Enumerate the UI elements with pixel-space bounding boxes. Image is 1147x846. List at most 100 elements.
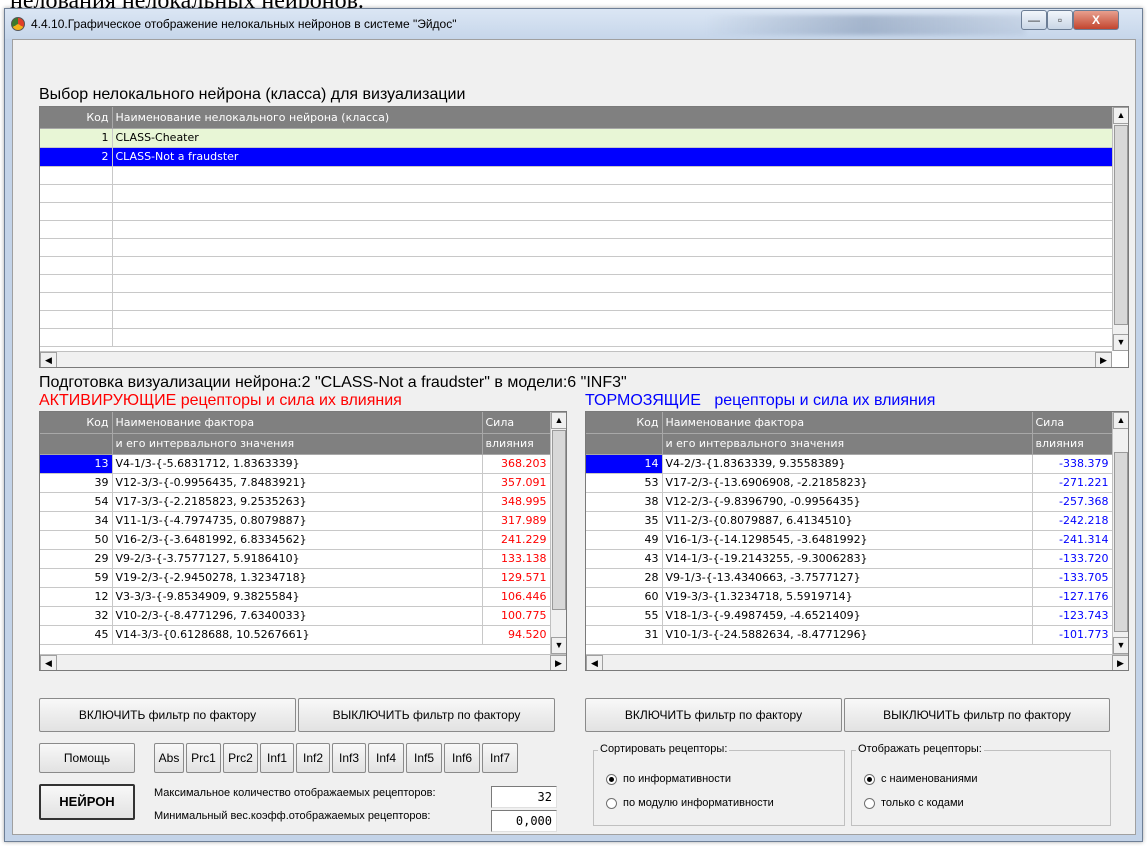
activating-filter-on-button[interactable]: ВКЛЮЧИТЬ фильтр по фактору [39, 698, 296, 732]
scroll-up-icon[interactable]: ▲ [1113, 412, 1128, 429]
neuron-button[interactable]: НЕЙРОН [39, 784, 135, 820]
table-row[interactable]: 53 V17-2/3-{-13.6906908, -2.2185823} -271.… [586, 473, 1113, 493]
title-bar[interactable]: 4.4.10.Графическое отображение нелокальн… [5, 9, 1142, 39]
model-button-inf6[interactable]: Inf6 [444, 743, 480, 773]
factor-name: V3-3/3-{-9.8534909, 9.3825584} [112, 587, 483, 607]
table-row[interactable]: 28 V9-1/3-{-13.4340663, -3.7577127} -133.7… [586, 568, 1113, 588]
inhibiting-filter-on-button[interactable]: ВКЛЮЧИТЬ фильтр по фактору [585, 698, 842, 732]
table-row[interactable]: 34 V11-1/3-{-4.7974735, 0.8079887} 317.989 [40, 511, 551, 531]
scroll-down-icon[interactable]: ▼ [1113, 637, 1128, 654]
activating-vscroll[interactable]: ▲ ▼ [550, 412, 566, 654]
model-button-inf5[interactable]: Inf5 [406, 743, 442, 773]
factor-code: 59 [40, 568, 113, 588]
table-row[interactable] [40, 166, 1113, 185]
table-row[interactable] [40, 202, 1113, 221]
table-row[interactable] [40, 328, 1113, 347]
table-row[interactable]: 38 V12-2/3-{-9.8396790, -0.9956435} -257.3… [586, 492, 1113, 512]
inhibiting-hscroll[interactable]: ◀ ▶ [586, 654, 1128, 670]
table-row[interactable]: 60 V19-3/3-{1.3234718, 5.5919714} -127.176 [586, 587, 1113, 607]
table-row[interactable]: 1 CLASS-Cheater [40, 128, 1113, 148]
col-value-header: Сила [1032, 412, 1113, 434]
factor-name: V12-3/3-{-0.9956435, 7.8483921} [112, 473, 483, 493]
table-row[interactable]: 55 V18-1/3-{-9.4987459, -4.6521409} -123.7… [586, 606, 1113, 626]
scroll-down-icon[interactable]: ▼ [551, 637, 566, 654]
scroll-up-icon[interactable]: ▲ [1113, 107, 1128, 124]
minimize-button[interactable]: — [1021, 10, 1047, 30]
factor-name: V11-1/3-{-4.7974735, 0.8079887} [112, 511, 483, 531]
model-button-inf3[interactable]: Inf3 [332, 743, 366, 773]
max-receptors-label: Максимальное количество отображаемых рец… [154, 787, 436, 799]
model-button-inf4[interactable]: Inf4 [368, 743, 404, 773]
scroll-right-icon[interactable]: ▶ [550, 655, 566, 670]
sort-by-abs-informativeness-radio[interactable]: по модулю информативности [606, 797, 774, 809]
factor-name: V16-1/3-{-14.1298545, -3.6481992} [662, 530, 1033, 550]
scroll-right-icon[interactable]: ▶ [1112, 655, 1128, 670]
model-button-inf7[interactable]: Inf7 [482, 743, 518, 773]
maximize-button[interactable]: ▫ [1047, 10, 1073, 30]
display-codes-only-radio[interactable]: только с кодами [864, 797, 964, 809]
model-button-prc1[interactable]: Prc1 [186, 743, 221, 773]
help-button[interactable]: Помощь [39, 743, 135, 773]
class-name [112, 292, 1113, 311]
max-receptors-field[interactable]: 32 [491, 786, 557, 808]
scroll-thumb[interactable] [552, 430, 566, 610]
table-row[interactable]: 59 V19-2/3-{-2.9450278, 1.3234718} 129.571 [40, 568, 551, 588]
model-button-prc2[interactable]: Prc2 [223, 743, 258, 773]
table-row[interactable] [40, 274, 1113, 293]
class-grid-vscroll[interactable]: ▲ ▼ [1112, 107, 1128, 351]
table-row[interactable] [40, 292, 1113, 311]
inhibiting-filter-off-button[interactable]: ВЫКЛЮЧИТЬ фильтр по фактору [844, 698, 1110, 732]
class-grid-hscroll[interactable]: ◀ ▶ [40, 351, 1112, 367]
class-code [40, 292, 113, 311]
scroll-down-icon[interactable]: ▼ [1113, 334, 1128, 351]
factor-name: V9-1/3-{-13.4340663, -3.7577127} [662, 568, 1033, 588]
model-button-inf1[interactable]: Inf1 [260, 743, 294, 773]
table-row[interactable]: 43 V14-1/3-{-19.2143255, -9.3006283} -133.… [586, 549, 1113, 569]
table-row-selected[interactable]: 2 CLASS-Not a fraudster [40, 147, 1113, 167]
close-button[interactable]: X [1073, 10, 1119, 30]
factor-value: 357.091 [482, 473, 551, 493]
factor-value: -133.720 [1032, 549, 1113, 569]
table-row[interactable] [40, 310, 1113, 329]
model-button-abs[interactable]: Abs [154, 743, 184, 773]
min-weight-field[interactable]: 0,000 [491, 810, 557, 832]
table-row[interactable] [40, 238, 1113, 257]
model-button-inf2[interactable]: Inf2 [296, 743, 330, 773]
radio-label: по модулю информативности [623, 797, 774, 809]
factor-code: 45 [40, 625, 113, 645]
scroll-left-icon[interactable]: ◀ [40, 655, 57, 670]
sort-by-informativeness-radio[interactable]: по информативности [606, 773, 731, 785]
table-row[interactable]: 45 V14-3/3-{0.6128688, 10.5267661} 94.520 [40, 625, 551, 645]
scroll-up-icon[interactable]: ▲ [551, 412, 566, 429]
table-row[interactable]: 14 V4-2/3-{1.8363339, 9.3558389} -338.379 [586, 454, 1113, 474]
display-with-names-radio[interactable]: с наименованиями [864, 773, 978, 785]
table-row[interactable]: 31 V10-1/3-{-24.5882634, -8.4771296} -101.… [586, 625, 1113, 645]
scroll-left-icon[interactable]: ◀ [40, 352, 57, 367]
table-row[interactable]: 39 V12-3/3-{-0.9956435, 7.8483921} 357.091 [40, 473, 551, 493]
table-row[interactable]: 35 V11-2/3-{0.8079887, 6.4134510} -242.218 [586, 511, 1113, 531]
table-row[interactable]: 12 V3-3/3-{-9.8534909, 9.3825584} 106.446 [40, 587, 551, 607]
scroll-thumb[interactable] [1114, 452, 1128, 632]
activating-hscroll[interactable]: ◀ ▶ [40, 654, 566, 670]
table-row[interactable]: 13 V4-1/3-{-5.6831712, 1.8363339} 368.203 [40, 454, 551, 474]
table-row[interactable] [40, 256, 1113, 275]
col-name-header-2: и его интервального значения [112, 433, 483, 455]
scroll-thumb[interactable] [1114, 125, 1128, 325]
scroll-right-icon[interactable]: ▶ [1095, 352, 1112, 367]
factor-name: V10-2/3-{-8.4771296, 7.6340033} [112, 606, 483, 626]
table-row[interactable]: 49 V16-1/3-{-14.1298545, -3.6481992} -241.… [586, 530, 1113, 550]
class-name: CLASS-Cheater [112, 128, 1113, 148]
table-row[interactable]: 50 V16-2/3-{-3.6481992, 6.8334562} 241.229 [40, 530, 551, 550]
table-row[interactable] [40, 220, 1113, 239]
scroll-left-icon[interactable]: ◀ [586, 655, 603, 670]
factor-code: 60 [586, 587, 663, 607]
table-row[interactable]: 32 V10-2/3-{-8.4771296, 7.6340033} 100.775 [40, 606, 551, 626]
inhibiting-vscroll[interactable]: ▲ ▼ [1112, 412, 1128, 654]
activating-filter-off-button[interactable]: ВЫКЛЮЧИТЬ фильтр по фактору [298, 698, 555, 732]
inhibiting-grid: Код Наименование фактора Сила и его инте… [585, 411, 1129, 671]
table-row[interactable]: 29 V9-2/3-{-3.7577127, 5.9186410} 133.138 [40, 549, 551, 569]
factor-code: 39 [40, 473, 113, 493]
table-row[interactable] [40, 184, 1113, 203]
table-row[interactable]: 54 V17-3/3-{-2.2185823, 9.2535263} 348.995 [40, 492, 551, 512]
class-name [112, 238, 1113, 257]
